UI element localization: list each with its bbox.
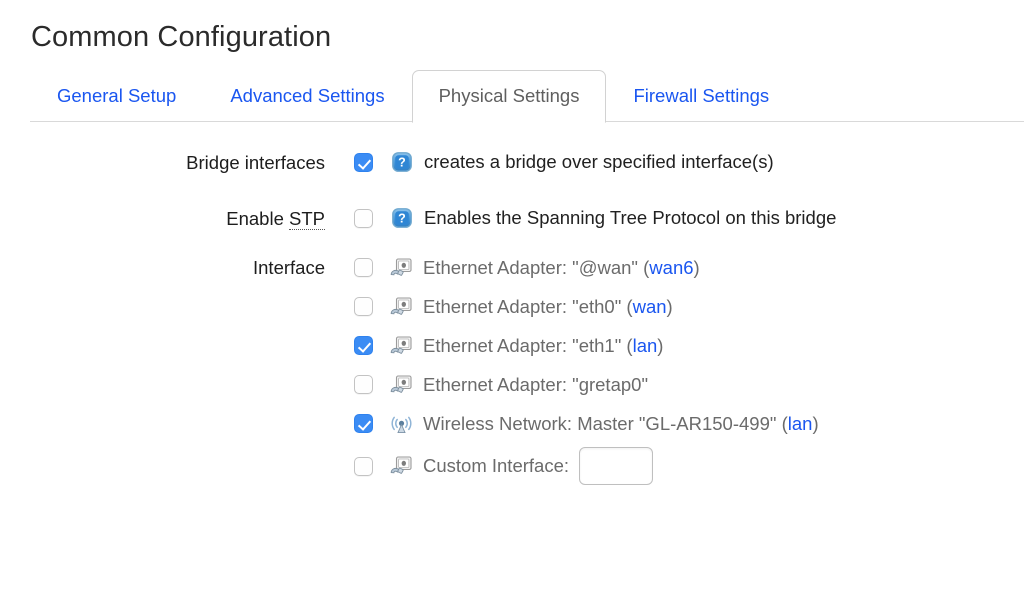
list-item: Ethernet Adapter: "gretap0" — [354, 365, 819, 404]
enable-stp-field: ? Enables the Spanning Tree Protocol on … — [325, 206, 836, 230]
stp-abbreviation: STP — [289, 208, 325, 230]
ethernet-adapter-icon — [390, 296, 412, 315]
enable-stp-checkbox[interactable] — [354, 209, 373, 228]
ethernet-adapter-icon — [390, 456, 412, 474]
interface-checkbox-eth1[interactable] — [354, 336, 373, 355]
interface-text: Ethernet Adapter: "gretap0" — [423, 373, 649, 395]
ethernet-adapter-icon — [390, 257, 412, 276]
interface-text-after: ) — [657, 334, 664, 356]
tab-firewall-settings[interactable]: Firewall Settings — [606, 70, 796, 122]
list-item-label: Ethernet Adapter: "eth1" (lan) — [423, 335, 663, 357]
list-item-label: Wireless Network: Master "GL-AR150-499" … — [423, 413, 819, 435]
interface-checkbox-wan6[interactable] — [354, 258, 373, 277]
help-question-icon[interactable]: ? — [392, 208, 412, 228]
interface-text: Ethernet Adapter: "@wan" ( — [423, 256, 650, 278]
custom-interface-label: Custom Interface: — [423, 455, 570, 476]
list-item-custom-interface: Custom Interface: — [354, 443, 819, 489]
list-item: Wireless Network: Master "GL-AR150-499" … — [354, 404, 819, 443]
custom-interface-input[interactable] — [579, 447, 654, 485]
interface-text: Ethernet Adapter: "eth0" ( — [423, 295, 633, 317]
form-row-bridge-interfaces: Bridge interfaces ? creates a bridge ove… — [0, 150, 1024, 176]
interface-text: Ethernet Adapter: "eth1" ( — [423, 334, 633, 356]
tab-physical-settings[interactable]: Physical Settings — [411, 70, 607, 123]
interface-text: Wireless Network: Master "GL-AR150-499" … — [423, 412, 788, 434]
network-link[interactable]: lan — [633, 335, 658, 357]
tab-label: Advanced Settings — [230, 85, 385, 107]
help-question-icon[interactable]: ? — [392, 152, 412, 172]
tab-list: General Setup Advanced Settings Physical… — [30, 70, 796, 123]
tab-label: General Setup — [57, 85, 177, 107]
list-item: Ethernet Adapter: "eth0" (wan) — [354, 287, 819, 326]
list-item: Ethernet Adapter: "eth1" (lan) — [354, 326, 819, 365]
bridge-interfaces-checkbox[interactable] — [354, 153, 373, 172]
interface-field: Ethernet Adapter: "@wan" (wan6) Ethernet… — [325, 248, 819, 489]
interface-checkbox-gretap0[interactable] — [354, 375, 373, 394]
network-link[interactable]: wan6 — [649, 257, 693, 279]
enable-stp-label: Enable STP — [0, 206, 325, 232]
network-link[interactable]: lan — [788, 413, 813, 435]
enable-stp-label-prefix: Enable — [226, 208, 290, 229]
network-link[interactable]: wan — [633, 296, 667, 318]
interface-list: Ethernet Adapter: "@wan" (wan6) Ethernet… — [354, 248, 819, 489]
interface-checkbox-wireless[interactable] — [354, 414, 373, 433]
interface-text-after: ) — [666, 295, 673, 317]
tab-label: Firewall Settings — [633, 85, 770, 107]
form-row-interface: Interface Ethernet Adapter: "@wan" (wan6… — [0, 248, 1024, 489]
interface-checkbox-eth0[interactable] — [354, 297, 373, 316]
row-spacer — [0, 232, 1024, 248]
tab-general-setup[interactable]: General Setup — [30, 70, 203, 122]
list-item-label: Ethernet Adapter: "@wan" (wan6) — [423, 257, 700, 279]
row-spacer — [0, 176, 1024, 206]
interface-label: Interface — [253, 257, 325, 278]
tab-label: Physical Settings — [438, 85, 580, 107]
bridge-interfaces-description: creates a bridge over specified interfac… — [424, 151, 774, 172]
ethernet-adapter-icon — [390, 335, 412, 354]
svg-text:?: ? — [398, 212, 406, 226]
list-item-label: Ethernet Adapter: "gretap0" — [423, 374, 648, 396]
page-title: Common Configuration — [31, 21, 332, 53]
svg-text:?: ? — [398, 156, 406, 170]
bridge-interfaces-label: Bridge interfaces — [186, 152, 325, 173]
enable-stp-description: Enables the Spanning Tree Protocol on th… — [424, 207, 837, 228]
form-row-enable-stp: Enable STP ? Enables the Spanning Tree P… — [0, 206, 1024, 232]
ethernet-adapter-icon — [390, 374, 412, 393]
list-item-label: Ethernet Adapter: "eth0" (wan) — [423, 296, 673, 318]
wireless-network-icon — [391, 416, 412, 433]
bridge-interfaces-field: ? creates a bridge over specified interf… — [325, 150, 774, 174]
tab-bar: General Setup Advanced Settings Physical… — [0, 70, 1024, 123]
list-item: Ethernet Adapter: "@wan" (wan6) — [354, 248, 819, 287]
custom-interface-checkbox[interactable] — [354, 456, 373, 476]
physical-settings-form: Bridge interfaces ? creates a bridge ove… — [0, 150, 1024, 489]
interface-text-after: ) — [693, 256, 700, 278]
tab-advanced-settings[interactable]: Advanced Settings — [203, 70, 411, 122]
interface-text-after: ) — [812, 412, 819, 434]
